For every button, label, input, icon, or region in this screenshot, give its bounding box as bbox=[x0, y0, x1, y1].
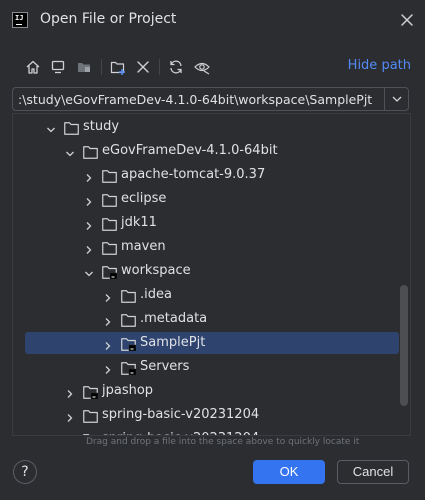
desktop-icon[interactable] bbox=[49, 58, 67, 76]
folder-icon bbox=[121, 312, 136, 327]
tree-item-label: study bbox=[83, 119, 120, 134]
tree-item-label: .idea bbox=[140, 287, 172, 302]
tree-item[interactable]: jdk11 bbox=[25, 212, 399, 234]
folder-icon bbox=[102, 168, 117, 183]
chevron-down-icon[interactable] bbox=[83, 265, 95, 277]
tree-item[interactable]: study bbox=[25, 116, 399, 138]
title-bar: IJ Open File or Project bbox=[0, 0, 425, 40]
folder-icon bbox=[102, 216, 117, 231]
folder-icon bbox=[121, 288, 136, 303]
cancel-button[interactable]: Cancel bbox=[337, 460, 409, 484]
tree-item-label: eGovFrameDev-4.1.0-64bit bbox=[102, 143, 278, 158]
delete-icon[interactable] bbox=[134, 58, 152, 76]
chevron-right-icon[interactable] bbox=[102, 313, 114, 326]
drag-drop-hint: Drag and drop a file into the space abov… bbox=[86, 437, 360, 447]
tree-item[interactable]: .metadata bbox=[25, 308, 399, 330]
tree-item-label: workspace bbox=[121, 263, 191, 278]
file-tree[interactable]: study eGovFrameDev-4.1.0-64bit apache-tomc… bbox=[12, 113, 411, 436]
tree-item[interactable]: workspace bbox=[25, 260, 399, 282]
hide-path-link[interactable]: Hide path bbox=[348, 58, 411, 73]
project-folder-icon[interactable] bbox=[75, 58, 93, 76]
chevron-right-icon[interactable] bbox=[102, 289, 114, 302]
tree-item-label: spring-basic-v20231204 bbox=[102, 431, 259, 435]
tree-scrollbar[interactable] bbox=[400, 285, 408, 406]
tree-item[interactable]: maven bbox=[25, 236, 399, 258]
tree-item[interactable]: .idea bbox=[25, 284, 399, 306]
chevron-right-icon[interactable] bbox=[102, 337, 114, 350]
tree-item[interactable]: Servers bbox=[25, 356, 399, 378]
module-folder-icon bbox=[121, 360, 137, 376]
tree-item[interactable]: spring-basic-v20231204 bbox=[25, 404, 399, 426]
chevron-right-icon[interactable] bbox=[102, 361, 114, 374]
close-icon[interactable] bbox=[399, 12, 415, 28]
chevron-right-icon[interactable] bbox=[83, 193, 95, 206]
ok-button[interactable]: OK bbox=[253, 460, 325, 484]
home-icon[interactable] bbox=[24, 58, 42, 76]
tree-item[interactable]: spring-basic-v20231204 bbox=[25, 428, 399, 435]
tree-item[interactable]: jpashop bbox=[25, 380, 399, 402]
chevron-down-icon[interactable] bbox=[45, 121, 57, 133]
chevron-right-icon[interactable] bbox=[83, 241, 95, 254]
path-field bbox=[12, 87, 409, 111]
chevron-right-icon[interactable] bbox=[64, 409, 76, 422]
tree-item-label: eclipse bbox=[121, 191, 167, 206]
tree-item[interactable]: apache-tomcat-9.0.37 bbox=[25, 164, 399, 186]
tree-item-label: apache-tomcat-9.0.37 bbox=[121, 167, 266, 182]
show-hidden-icon[interactable] bbox=[193, 58, 211, 76]
toolbar-separator bbox=[101, 59, 102, 75]
folder-icon bbox=[64, 120, 79, 135]
tree-item-label: maven bbox=[121, 239, 166, 254]
module-folder-icon bbox=[121, 336, 137, 352]
tree-item-label: spring-basic-v20231204 bbox=[102, 407, 260, 422]
chevron-down-icon[interactable] bbox=[64, 145, 76, 157]
folder-icon bbox=[102, 192, 117, 207]
intellij-app-icon: IJ bbox=[12, 12, 28, 28]
chevron-right-icon[interactable] bbox=[64, 433, 76, 435]
folder-icon bbox=[102, 240, 117, 255]
tree-item[interactable]: eclipse bbox=[25, 188, 399, 210]
new-folder-icon[interactable] bbox=[109, 58, 127, 76]
folder-icon bbox=[83, 408, 98, 423]
folder-icon bbox=[83, 144, 98, 159]
dialog-title: Open File or Project bbox=[40, 11, 177, 27]
toolbar: Hide path bbox=[20, 56, 415, 78]
folder-icon bbox=[83, 432, 98, 435]
tree-item-label: SamplePjt bbox=[140, 335, 206, 350]
tree-item-label: jdk11 bbox=[121, 215, 157, 230]
toolbar-separator bbox=[159, 59, 160, 75]
module-folder-icon bbox=[83, 384, 99, 400]
tree-item-label: jpashop bbox=[102, 383, 154, 398]
tree-item-label: Servers bbox=[140, 359, 190, 374]
help-button[interactable]: ? bbox=[13, 460, 37, 484]
path-input[interactable] bbox=[13, 88, 385, 110]
module-folder-icon bbox=[102, 264, 118, 280]
chevron-right-icon[interactable] bbox=[83, 169, 95, 182]
tree-item[interactable]: SamplePjt bbox=[25, 332, 399, 354]
chevron-right-icon[interactable] bbox=[64, 385, 76, 398]
tree-item-label: .metadata bbox=[140, 311, 208, 326]
chevron-right-icon[interactable] bbox=[83, 217, 95, 230]
tree-item[interactable]: eGovFrameDev-4.1.0-64bit bbox=[25, 140, 399, 162]
path-history-dropdown[interactable] bbox=[384, 88, 408, 110]
refresh-icon[interactable] bbox=[167, 58, 185, 76]
